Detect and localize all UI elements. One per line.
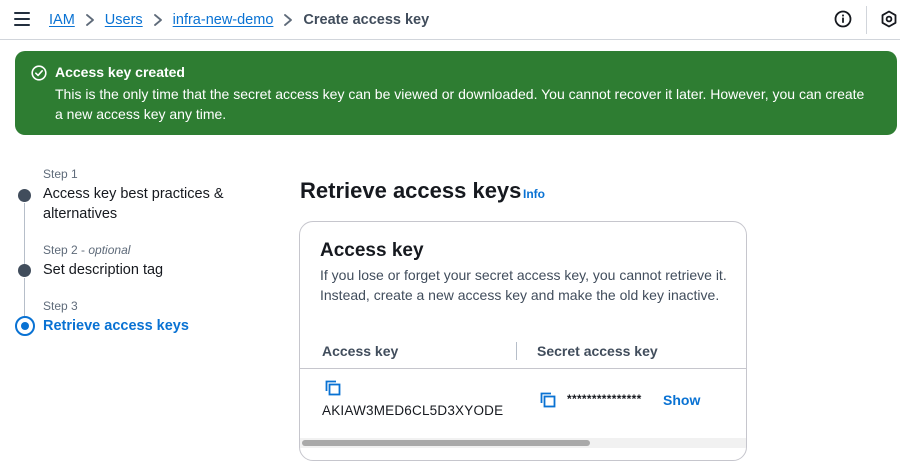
wizard-steps: Step 1 Access key best practices & alter… — [0, 160, 260, 360]
step-1-label[interactable]: Access key best practices & alternatives — [43, 184, 253, 224]
step-3-number: Step 3 — [43, 299, 78, 313]
chevron-right-icon — [75, 12, 105, 28]
check-circle-icon — [31, 65, 47, 81]
copy-icon[interactable] — [324, 379, 342, 397]
top-navigation-bar: IAM Users infra-new-demo Create access k… — [0, 0, 900, 40]
step-3-label: Retrieve access keys — [43, 318, 189, 334]
page-title: Retrieve access keys — [300, 178, 522, 203]
access-key-value: AKIAW3MED6CL5D3XYODE — [322, 403, 504, 418]
horizontal-scrollbar[interactable] — [300, 438, 746, 448]
breadcrumb-iam[interactable]: IAM — [49, 12, 75, 28]
chevron-right-icon — [273, 12, 303, 28]
flash-title: Access key created — [55, 64, 185, 80]
card-description: If you lose or forget your secret access… — [320, 267, 727, 303]
column-header-access-key: Access key — [322, 343, 399, 359]
hexagon-icon[interactable] — [880, 10, 898, 28]
step-2-number: Step 2 - optional — [43, 243, 131, 257]
step-2-indicator — [18, 264, 31, 277]
toolbar-divider — [866, 6, 867, 34]
info-circle-icon[interactable] — [834, 10, 852, 28]
step-2-label[interactable]: Set description tag — [43, 260, 253, 280]
secret-access-key-masked: *************** — [567, 392, 642, 406]
step-1-indicator — [18, 189, 31, 202]
copy-icon[interactable] — [539, 391, 557, 409]
step-3-indicator — [15, 316, 35, 336]
access-key-card: Access key If you lose or forget your se… — [299, 221, 747, 461]
show-secret-button[interactable]: Show — [663, 392, 700, 408]
breadcrumb-current: Create access key — [303, 12, 430, 28]
menu-icon[interactable] — [14, 12, 30, 26]
chevron-right-icon — [143, 12, 173, 28]
step-connector — [24, 203, 25, 269]
column-divider — [516, 342, 517, 360]
breadcrumb-users[interactable]: Users — [105, 12, 143, 28]
info-link[interactable]: Info — [523, 187, 545, 201]
breadcrumb: IAM Users infra-new-demo Create access k… — [49, 10, 429, 30]
table-header-border — [300, 368, 746, 369]
scrollbar-thumb[interactable] — [302, 440, 590, 446]
success-flash-banner: Access key created This is the only time… — [15, 51, 897, 135]
column-header-secret-access-key: Secret access key — [537, 343, 658, 359]
card-title: Access key — [320, 240, 424, 261]
flash-message: This is the only time that the secret ac… — [55, 86, 865, 122]
step-1-number: Step 1 — [43, 167, 78, 181]
step-2-optional: optional — [88, 243, 131, 257]
breadcrumb-user[interactable]: infra-new-demo — [173, 12, 274, 28]
